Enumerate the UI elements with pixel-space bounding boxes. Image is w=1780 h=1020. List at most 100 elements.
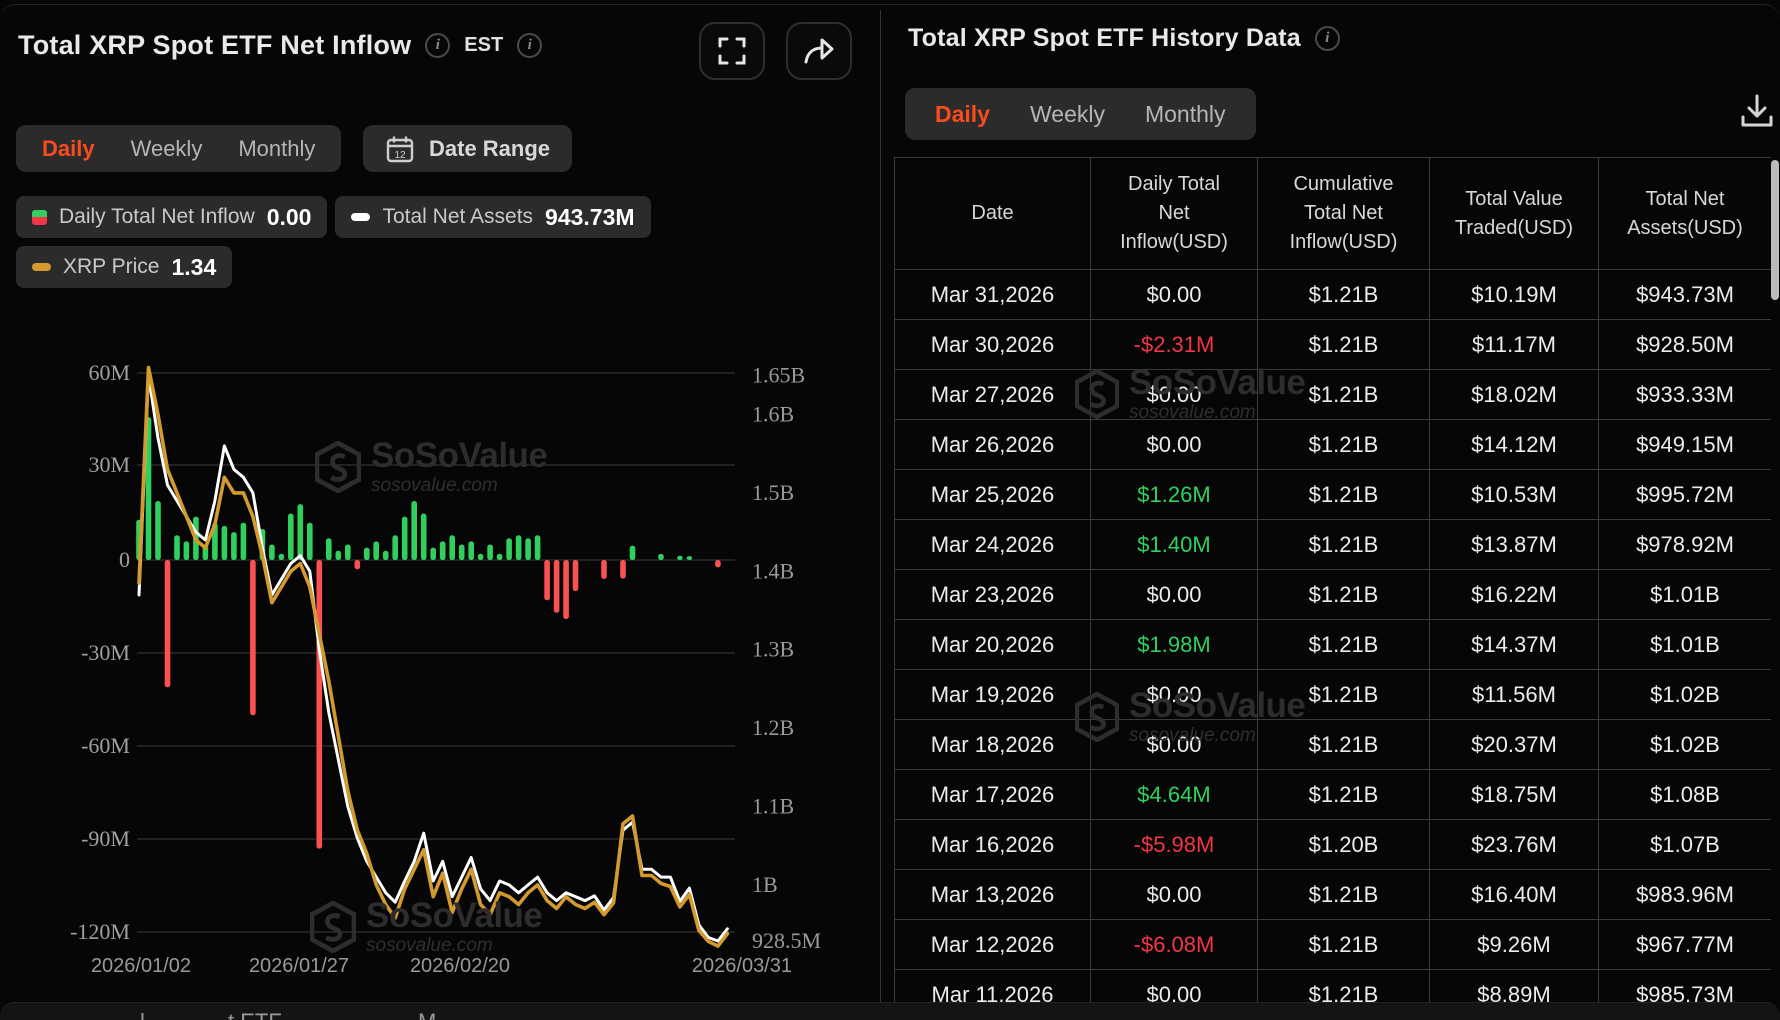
- left-panel-header: Total XRP Spot ETF Net Inflow i EST i: [18, 30, 542, 61]
- cell-traded: $13.87M: [1430, 520, 1599, 570]
- inflow-bar: [231, 532, 237, 560]
- cell-traded: $8.89M: [1430, 970, 1599, 1003]
- table-row: Mar 16,2026-$5.98M$1.20B$23.76M$1.07B: [895, 820, 1772, 870]
- inflow-bar: [383, 551, 389, 560]
- table-row: Mar 19,2026$0.00$1.21B$11.56M$1.02B: [895, 670, 1772, 720]
- cell-daily-inflow: $1.40M: [1091, 520, 1258, 570]
- inflow-bar: [402, 517, 408, 560]
- cell-cumulative: $1.21B: [1258, 520, 1430, 570]
- cell-date: Mar 31,2026: [895, 270, 1091, 320]
- right-axis-tick: 1.65B: [752, 362, 805, 387]
- left-axis-tick: 60M: [88, 360, 130, 385]
- date-range-button[interactable]: 12 Date Range: [363, 125, 572, 172]
- legend-chip-total-net-assets[interactable]: Total Net Assets943.73M: [335, 196, 650, 238]
- inflow-bar: [241, 523, 247, 560]
- cell-date: Mar 25,2026: [895, 470, 1091, 520]
- inflow-bar: [620, 560, 626, 579]
- table-row: Mar 20,2026$1.98M$1.21B$14.37M$1.01B: [895, 620, 1772, 670]
- cell-assets: $985.73M: [1599, 970, 1772, 1003]
- cell-date: Mar 19,2026: [895, 670, 1091, 720]
- timezone-info-icon[interactable]: i: [517, 33, 542, 58]
- table-row: Mar 12,2026-$6.08M$1.21B$9.26M$967.77M: [895, 920, 1772, 970]
- x-axis-tick: 2026/01/27: [249, 955, 349, 977]
- inflow-bar: [298, 504, 304, 560]
- right-panel-header: Total XRP Spot ETF History Data i: [908, 24, 1340, 53]
- inflow-bar: [677, 556, 683, 560]
- netflow-chart[interactable]: 60M30M0-30M-60M-90M-120M1.65B1.6B1.5B1.4…: [0, 350, 880, 1002]
- inflow-bar: [250, 560, 256, 715]
- panel-divider: [880, 10, 881, 1002]
- cell-date: Mar 30,2026: [895, 320, 1091, 370]
- inflow-bar: [573, 560, 579, 591]
- legend-chip-daily-total-net-inflow[interactable]: Daily Total Net Inflow0.00: [16, 196, 327, 238]
- cell-daily-inflow: $1.26M: [1091, 470, 1258, 520]
- cell-traded: $10.53M: [1430, 470, 1599, 520]
- cell-cumulative: $1.21B: [1258, 370, 1430, 420]
- inflow-bar: [430, 548, 436, 560]
- table-tab-monthly[interactable]: Monthly: [1145, 101, 1226, 128]
- cell-cumulative: $1.21B: [1258, 720, 1430, 770]
- cell-daily-inflow: $0.00: [1091, 270, 1258, 320]
- clipped-text-fragment: l: [140, 1009, 145, 1020]
- fullscreen-button[interactable]: [699, 22, 765, 80]
- cell-assets: $943.73M: [1599, 270, 1772, 320]
- share-button[interactable]: [786, 22, 852, 80]
- table-row: Mar 25,2026$1.26M$1.21B$10.53M$995.72M: [895, 470, 1772, 520]
- tab-weekly[interactable]: Weekly: [131, 136, 203, 162]
- inflow-bar: [373, 541, 379, 560]
- right-axis-tick: 1.5B: [752, 480, 794, 505]
- table-tab-weekly[interactable]: Weekly: [1030, 101, 1105, 128]
- info-icon[interactable]: i: [425, 33, 450, 58]
- cell-date: Mar 11,2026: [895, 970, 1091, 1003]
- cell-assets: $983.96M: [1599, 870, 1772, 920]
- inflow-bar: [516, 535, 522, 560]
- cell-traded: $11.17M: [1430, 320, 1599, 370]
- right-axis-tick: 1B: [752, 872, 778, 897]
- tab-monthly[interactable]: Monthly: [238, 136, 315, 162]
- table-row: Mar 11,2026$0.00$1.21B$8.89M$985.73M: [895, 970, 1772, 1003]
- table-row: Mar 31,2026$0.00$1.21B$10.19M$943.73M: [895, 270, 1772, 320]
- inflow-bar: [364, 548, 370, 560]
- inflow-bar: [355, 560, 361, 569]
- cell-traded: $18.75M: [1430, 770, 1599, 820]
- chart-legend-row2: XRP Price1.34: [16, 246, 232, 288]
- assets-swatch-icon: [351, 213, 370, 221]
- table-scrollbar-thumb[interactable]: [1771, 160, 1779, 300]
- cell-date: Mar 13,2026: [895, 870, 1091, 920]
- inflow-bar: [468, 541, 474, 560]
- tab-daily[interactable]: Daily: [42, 136, 95, 162]
- cell-daily-inflow: $0.00: [1091, 720, 1258, 770]
- cell-cumulative: $1.21B: [1258, 470, 1430, 520]
- table-row: Mar 17,2026$4.64M$1.21B$18.75M$1.08B: [895, 770, 1772, 820]
- chart-legend: Daily Total Net Inflow0.00Total Net Asse…: [16, 196, 651, 238]
- cell-date: Mar 20,2026: [895, 620, 1091, 670]
- table-tab-daily[interactable]: Daily: [935, 101, 990, 128]
- cell-traded: $20.37M: [1430, 720, 1599, 770]
- cell-daily-inflow: -$2.31M: [1091, 320, 1258, 370]
- legend-value: 1.34: [171, 254, 216, 281]
- history-table-container[interactable]: DateDaily TotalNetInflow(USD)CumulativeT…: [894, 157, 1771, 1002]
- cell-cumulative: $1.21B: [1258, 670, 1430, 720]
- cell-traded: $9.26M: [1430, 920, 1599, 970]
- cell-date: Mar 27,2026: [895, 370, 1091, 420]
- cell-traded: $23.76M: [1430, 820, 1599, 870]
- history-table: DateDaily TotalNetInflow(USD)CumulativeT…: [894, 157, 1771, 1002]
- left-axis-tick: 0: [119, 547, 130, 572]
- history-info-icon[interactable]: i: [1315, 26, 1340, 51]
- inflow-bar: [525, 538, 531, 560]
- cell-assets: $967.77M: [1599, 920, 1772, 970]
- legend-chip-xrp-price[interactable]: XRP Price1.34: [16, 246, 232, 288]
- cell-cumulative: $1.20B: [1258, 820, 1430, 870]
- next-section-clipped: lt ETFM: [0, 1002, 1780, 1020]
- download-button[interactable]: [1740, 93, 1774, 134]
- inflow-bar: [184, 541, 190, 560]
- inflow-bar: [563, 560, 569, 619]
- table-period-tabs: Daily Weekly Monthly: [905, 88, 1256, 140]
- cell-cumulative: $1.21B: [1258, 570, 1430, 620]
- panel-top-edge: [0, 4, 1780, 30]
- cell-cumulative: $1.21B: [1258, 920, 1430, 970]
- cell-assets: $949.15M: [1599, 420, 1772, 470]
- cell-cumulative: $1.21B: [1258, 320, 1430, 370]
- left-axis-tick: -60M: [81, 733, 130, 758]
- inflow-bar: [506, 538, 512, 560]
